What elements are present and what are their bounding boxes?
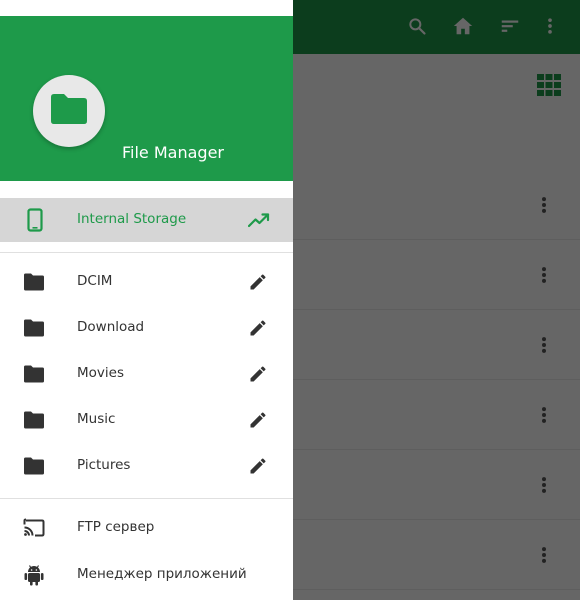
- app-logo: [33, 75, 105, 147]
- edit-pencil-icon[interactable]: [246, 408, 270, 432]
- divider: [0, 252, 293, 253]
- nav-item-label: DCIM: [77, 273, 113, 289]
- status-bar: [0, 0, 293, 16]
- nav-item-music[interactable]: Music: [0, 397, 293, 443]
- nav-item-label: Internal Storage: [77, 211, 187, 227]
- nav-item-label: Music: [77, 411, 116, 427]
- divider: [0, 498, 293, 499]
- folder-icon: [22, 409, 46, 431]
- trending-up-icon[interactable]: [248, 209, 270, 231]
- nav-item-label: Менеджер приложений: [77, 566, 247, 582]
- folder-icon: [22, 271, 46, 293]
- nav-item-label: Download: [77, 319, 145, 335]
- android-icon: [22, 564, 46, 586]
- phone-icon: [24, 208, 46, 232]
- ftp-cast-icon: [22, 517, 46, 539]
- nav-item-internal-storage[interactable]: Internal Storage: [0, 198, 293, 242]
- edit-pencil-icon[interactable]: [246, 270, 270, 294]
- nav-item-label: Movies: [77, 365, 124, 381]
- nav-item-movies[interactable]: Movies: [0, 351, 293, 397]
- drawer-header: File Manager: [0, 16, 293, 181]
- edit-pencil-icon[interactable]: [246, 316, 270, 340]
- nav-item-download[interactable]: Download: [0, 305, 293, 351]
- nav-item-ftp-server[interactable]: FTP сервер: [0, 505, 293, 551]
- folder-icon: [49, 93, 89, 129]
- edit-pencil-icon[interactable]: [246, 454, 270, 478]
- edit-pencil-icon[interactable]: [246, 362, 270, 386]
- nav-item-pictures[interactable]: Pictures: [0, 443, 293, 489]
- navigation-drawer: File Manager Internal Storage DCIM Downl…: [0, 0, 293, 600]
- nav-item-label: Pictures: [77, 457, 131, 473]
- nav-item-app-manager[interactable]: Менеджер приложений: [0, 552, 293, 598]
- folder-icon: [22, 363, 46, 385]
- app-title: File Manager: [122, 143, 224, 162]
- folder-icon: [22, 317, 46, 339]
- folder-icon: [22, 455, 46, 477]
- screen: File Manager Internal Storage DCIM Downl…: [0, 0, 580, 600]
- nav-item-label: FTP сервер: [77, 519, 155, 535]
- nav-item-dcim[interactable]: DCIM: [0, 259, 293, 305]
